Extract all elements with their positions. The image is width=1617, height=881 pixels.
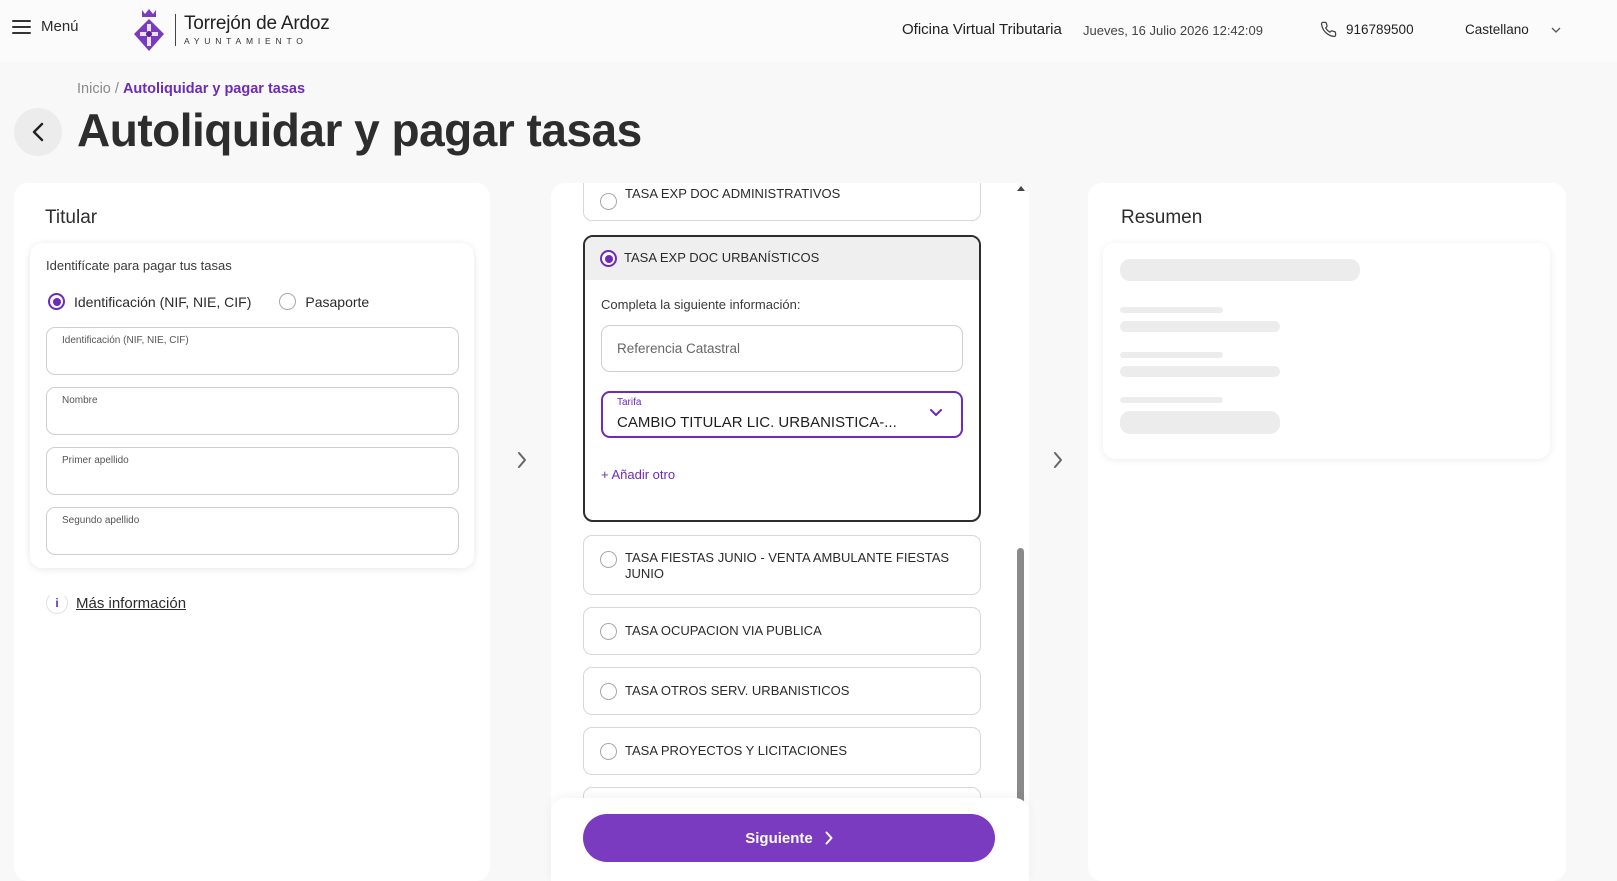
radio-unselected[interactable] [279,293,297,310]
loading-skeleton [1120,307,1223,313]
referencia-catastral-input[interactable] [601,325,963,372]
breadcrumb-current: Autoliquidar y pagar tasas [122,81,306,97]
next-button-label: Siguiente [745,829,813,847]
info-icon: i [46,592,68,614]
scrollbar-thumb[interactable] [1017,548,1024,806]
identification-field[interactable]: Identificación (NIF, NIE, CIF) [46,327,459,375]
radio-unselected[interactable] [600,551,617,568]
breadcrumb-home[interactable]: Inicio [77,81,111,97]
radio-unselected[interactable] [600,742,617,760]
tasa-label: TASA OCUPACION VIA PUBLICA [625,623,822,638]
next-button[interactable]: Siguiente [583,814,995,862]
menu-label: Menú [41,18,79,35]
radio-unselected[interactable] [600,193,617,210]
id-type-group: Identificación (NIF, NIE, CIF) Pasaporte [48,293,369,310]
chevron-right-icon [825,831,833,845]
coat-of-arms-icon [134,9,164,51]
breadcrumb: Inicio / Autoliquidar y pagar tasas [77,81,305,97]
resumen-heading: Resumen [1121,207,1203,228]
loading-skeleton [1120,321,1280,332]
loading-skeleton [1120,352,1223,358]
tarifa-select[interactable]: Tarifa CAMBIO TITULAR LIC. URBANISTICA-.… [601,391,963,438]
chevron-right-icon [1054,452,1062,468]
primer-apellido-field-label: Primer apellido [62,455,129,466]
tasa-selected-label: TASA EXP DOC URBANÍSTICOS [624,250,820,265]
tasa-label: TASA OTROS SERV. URBANISTICOS [625,683,850,698]
primer-apellido-field[interactable]: Primer apellido [46,447,459,495]
add-other-link[interactable]: + Añadir otro [601,467,675,482]
segundo-apellido-field-label: Segundo apellido [62,515,140,526]
loading-skeleton [1120,259,1360,281]
page-title: Autoliquidar y pagar tasas [77,104,642,156]
logo-subtitle: AYUNTAMIENTO [184,36,308,46]
breadcrumb-separator: / [114,81,119,97]
complete-info-text: Completa la siguiente información: [601,297,801,312]
id-type-passport-option[interactable]: Pasaporte [279,293,369,310]
identification-intro: Identifícate para pagar tus tasas [46,258,232,273]
loading-skeleton [1120,366,1280,377]
phone-icon [1320,21,1337,38]
menu-button[interactable]: Menú [12,18,79,35]
hamburger-icon [12,19,31,34]
tasas-footer: Siguiente [551,798,1029,881]
summary-card [1103,243,1550,459]
identification-field-label: Identificación (NIF, NIE, CIF) [62,335,189,346]
tasa-option[interactable]: TASA FIESTAS JUNIO - VENTA AMBULANTE FIE… [583,535,981,595]
id-type-passport-label: Pasaporte [305,293,370,310]
loading-skeleton [1120,397,1223,403]
tasa-label: TASA PROYECTOS Y LICITACIONES [625,743,848,758]
logo-text: Torrejón de Ardoz AYUNTAMIENTO [184,13,330,47]
radio-unselected[interactable] [600,682,617,700]
tasa-label: TASA EXP DOC ADMINISTRATIVOS [625,186,841,201]
phone-link[interactable]: 916789500 [1320,21,1414,38]
tasa-selected-card: TASA EXP DOC URBANÍSTICOS Completa la si… [583,235,981,522]
tasa-selected-header[interactable]: TASA EXP DOC URBANÍSTICOS [585,237,979,280]
chevron-down-icon [1551,27,1561,33]
phone-number: 916789500 [1346,22,1414,37]
step-arrow-1 [514,448,530,472]
chevron-down-icon [930,409,942,416]
top-bar: Menú Torrejón de Ardoz AYUNTAMIENTO Ofic… [0,0,1617,62]
titular-panel: Titular Identifícate para pagar tus tasa… [14,183,490,881]
nombre-field[interactable]: Nombre [46,387,459,435]
tasa-option[interactable]: TASA PROYECTOS Y LICITACIONES [583,727,981,775]
logo-divider [175,14,176,46]
scroll-up-arrow[interactable] [1017,186,1025,191]
more-info-label: Más información [76,594,187,612]
tasa-option[interactable]: TASA OCUPACION VIA PUBLICA [583,607,981,655]
identification-card: Identifícate para pagar tus tasas Identi… [30,243,474,568]
step-arrow-2 [1050,448,1066,472]
radio-selected[interactable] [600,250,617,267]
tasas-panel: TASA EXP DOC ADMINISTRATIVOS TASA EXP DO… [551,183,1029,881]
tarifa-value: CAMBIO TITULAR LIC. URBANISTICA-... [617,414,897,431]
titular-heading: Titular [45,207,98,228]
tasa-option[interactable]: TASA EXP DOC ADMINISTRATIVOS [583,183,981,221]
segundo-apellido-field[interactable]: Segundo apellido [46,507,459,555]
id-type-nif-option[interactable]: Identificación (NIF, NIE, CIF) [48,293,251,310]
tasa-option[interactable]: TASA OTROS SERV. URBANISTICOS [583,667,981,715]
logo-name: Torrejón de Ardoz [184,13,330,34]
office-title: Oficina Virtual Tributaria [902,21,1062,38]
current-datetime: Jueves, 16 Julio 2026 12:42:09 [1083,23,1263,38]
tarifa-label: Tarifa [617,397,642,408]
language-label: Castellano [1465,22,1529,37]
chevron-left-icon [32,122,44,142]
more-info-link[interactable]: i Más información [46,592,186,614]
id-type-nif-label: Identificación (NIF, NIE, CIF) [74,293,252,310]
resumen-panel: Resumen [1088,183,1566,881]
chevron-right-icon [518,452,526,468]
nombre-field-label: Nombre [62,395,98,406]
back-button[interactable] [14,108,62,156]
language-selector[interactable]: Castellano [1465,22,1561,37]
logo[interactable]: Torrejón de Ardoz AYUNTAMIENTO [131,7,330,53]
tasa-label: TASA FIESTAS JUNIO - VENTA AMBULANTE FIE… [625,550,950,581]
radio-selected[interactable] [48,293,65,310]
loading-skeleton [1120,411,1280,434]
radio-unselected[interactable] [600,622,617,640]
